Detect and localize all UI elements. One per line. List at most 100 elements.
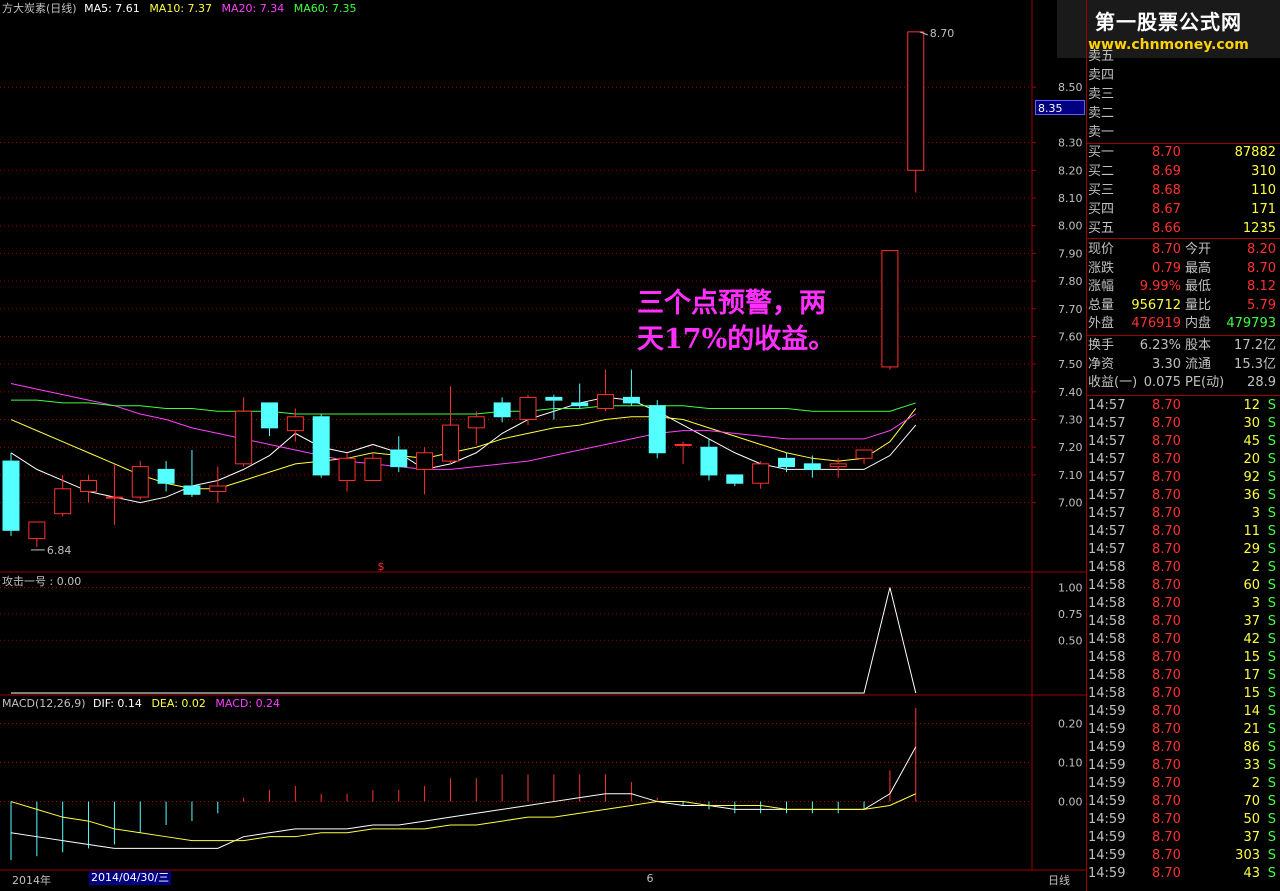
- tick-price: 8.70: [1152, 470, 1181, 485]
- tick-row: 14:57 8.70 29 S: [1088, 541, 1278, 559]
- tick-row: 14:59 8.70 43 S: [1088, 865, 1278, 883]
- tick-price: 8.70: [1152, 812, 1181, 827]
- tick-volume: 15: [1243, 686, 1260, 701]
- price-tick-label: 7.80: [1058, 275, 1083, 288]
- quote-stat-row: 总量 956712 量比 5.79: [1088, 297, 1278, 315]
- sell-level-row: 卖五: [1088, 48, 1278, 66]
- price-tick-label: 7.60: [1058, 330, 1083, 343]
- tick-price: 8.70: [1152, 560, 1181, 575]
- tick-volume: 86: [1243, 740, 1260, 755]
- tick-volume: 70: [1243, 794, 1260, 809]
- tick-time: 14:59: [1088, 794, 1126, 809]
- price-tick-label: 8.10: [1058, 192, 1083, 205]
- ma-line-ma20: [10, 383, 917, 470]
- period-label[interactable]: 日线: [1048, 872, 1070, 888]
- tick-row: 14:58 8.70 2 S: [1088, 559, 1278, 577]
- tick-price: 8.70: [1152, 830, 1181, 845]
- candle-body-up: [209, 485, 227, 493]
- tick-volume: 3: [1251, 506, 1260, 521]
- candle-body-up: [105, 496, 123, 499]
- stat-label: 外盘: [1088, 316, 1115, 332]
- tick-time: 14:59: [1088, 740, 1126, 755]
- tick-price: 8.70: [1152, 740, 1181, 755]
- stat-value: 8.70: [1247, 260, 1276, 276]
- tick-price: 8.70: [1152, 542, 1181, 557]
- candle-body-down: [493, 402, 511, 418]
- buy-level-volume: 1235: [1242, 221, 1276, 236]
- stat-value: 476919: [1131, 316, 1181, 332]
- tick-row: 14:57 8.70 3 S: [1088, 505, 1278, 523]
- tick-time: 14:59: [1088, 812, 1126, 827]
- buy-level-label: 买二: [1088, 164, 1115, 179]
- macd-header: MACD(12,26,9) DIF: 0.14 DEA: 0.02 MACD: …: [2, 697, 280, 710]
- candle-body-up: [752, 463, 770, 484]
- stat-value: 6.23%: [1139, 338, 1181, 353]
- tick-side: S: [1267, 686, 1276, 701]
- candle-body-down: [700, 446, 718, 476]
- indicator1-title: 攻击一号 : 0.00: [2, 575, 82, 588]
- tick-volume: 21: [1243, 722, 1260, 737]
- candle-body-down: [778, 457, 795, 468]
- tick-volume: 37: [1243, 614, 1260, 629]
- stat-value: 8.12: [1247, 279, 1276, 295]
- candle-body-up: [235, 410, 253, 465]
- quote-stat-row: 收益(一) 0.075 PE(动) 28.9: [1088, 374, 1278, 392]
- price-tick-label: 7.50: [1058, 358, 1083, 371]
- tick-row: 14:57 8.70 30 S: [1088, 415, 1278, 433]
- tick-time: 14:57: [1088, 488, 1126, 503]
- tick-volume: 50: [1243, 812, 1260, 827]
- macd-label: MACD: 0.24: [215, 697, 281, 710]
- tick-row: 14:58 8.70 42 S: [1088, 631, 1278, 649]
- candle-body-up: [54, 488, 72, 515]
- tick-time: 14:59: [1088, 704, 1126, 719]
- tick-volume: 14: [1243, 704, 1260, 719]
- ma5-label: MA5: 7.61: [84, 2, 140, 15]
- tick-volume: 303: [1235, 848, 1260, 863]
- quote-stat-row: 现价 8.70 今开 8.20: [1088, 241, 1278, 259]
- quote-separator: [1086, 335, 1280, 336]
- stat-value: 17.2亿: [1234, 338, 1276, 353]
- quote-stat-row: 涨幅 9.99% 最低 8.12: [1088, 278, 1278, 296]
- tick-side: S: [1267, 506, 1276, 521]
- tick-volume: 15: [1243, 650, 1260, 665]
- indicator-tick-label: 0.75: [1058, 608, 1083, 621]
- tick-time: 14:57: [1088, 398, 1126, 413]
- tick-time: 14:57: [1088, 524, 1126, 539]
- stat-label: 股本: [1185, 338, 1212, 353]
- tick-time: 14:58: [1088, 650, 1126, 665]
- tick-time: 14:57: [1088, 542, 1126, 557]
- quote-separator: [1086, 238, 1280, 239]
- tick-side: S: [1267, 614, 1276, 629]
- sell-level-label: 卖五: [1088, 49, 1115, 64]
- stat-label: 换手: [1088, 338, 1115, 353]
- year-label: 2014年: [12, 874, 51, 887]
- candle-body-up: [907, 31, 925, 171]
- macd-tick-label: 0.10: [1058, 757, 1083, 770]
- chart-area[interactable]: 8.50 8.30 8.20 8.10 8.00 7.90 7.80 7.70 7.60 7.50…: [0, 0, 1086, 891]
- tick-price: 8.70: [1152, 398, 1181, 413]
- buy-level-label: 买四: [1088, 202, 1115, 217]
- tick-price: 8.70: [1152, 722, 1181, 737]
- stat-value: 5.79: [1247, 297, 1276, 313]
- stat-value: 0.79: [1152, 260, 1181, 276]
- tick-side: S: [1267, 830, 1276, 845]
- tick-time: 14:57: [1088, 434, 1126, 449]
- buy-level-price: 8.70: [1152, 145, 1181, 160]
- tick-side: S: [1267, 650, 1276, 665]
- tick-volume: 43: [1243, 866, 1260, 881]
- candle-body-down: [183, 485, 201, 495]
- date-cursor-label[interactable]: 2014/04/30/三: [89, 871, 172, 885]
- candle-body-up: [881, 250, 899, 368]
- candle-body-up: [286, 416, 304, 432]
- tick-price: 8.70: [1152, 434, 1181, 449]
- tick-side: S: [1267, 560, 1276, 575]
- indicator-tick-label: 1.00: [1058, 582, 1083, 595]
- tick-side: S: [1267, 596, 1276, 611]
- tick-time: 14:58: [1088, 614, 1126, 629]
- tick-side: S: [1267, 416, 1276, 431]
- kline-chart[interactable]: 8.50 8.30 8.20 8.10 8.00 7.90 7.80 7.70 7.60 7.50…: [0, 0, 1086, 891]
- stat-value: 9.99%: [1139, 279, 1181, 295]
- tick-time: 14:59: [1088, 722, 1126, 737]
- tick-volume: 29: [1243, 542, 1260, 557]
- tick-time: 14:58: [1088, 668, 1126, 683]
